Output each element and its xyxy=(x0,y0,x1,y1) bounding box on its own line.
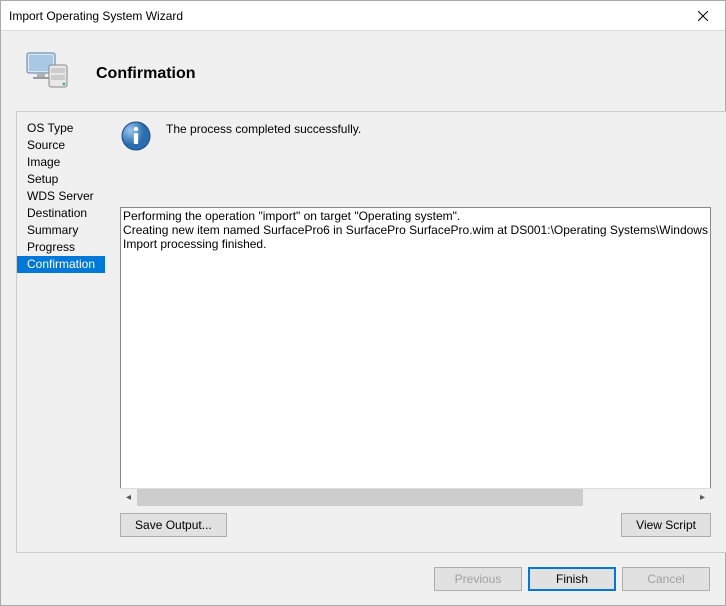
content-panel: The process completed successfully. Perf… xyxy=(105,111,726,553)
sidebar-step-1[interactable]: Source xyxy=(17,137,105,154)
sidebar-step-0[interactable]: OS Type xyxy=(17,120,105,137)
close-icon xyxy=(698,11,708,21)
footer: Previous Finish Cancel xyxy=(1,553,725,605)
scroll-track[interactable] xyxy=(137,489,694,506)
sidebar-step-7[interactable]: Progress xyxy=(17,239,105,256)
log-line: Creating new item named SurfacePro6 in S… xyxy=(123,223,708,237)
sidebar-step-5[interactable]: Destination xyxy=(17,205,105,222)
info-icon xyxy=(120,120,152,152)
wizard-icon xyxy=(21,51,71,96)
close-button[interactable] xyxy=(680,1,725,30)
save-output-button[interactable]: Save Output... xyxy=(120,513,227,537)
log-output[interactable]: Performing the operation "import" on tar… xyxy=(120,207,711,505)
window-title: Import Operating System Wizard xyxy=(9,9,183,23)
titlebar: Import Operating System Wizard xyxy=(1,1,725,31)
main-area: OS TypeSourceImageSetupWDS ServerDestina… xyxy=(1,111,725,553)
previous-button: Previous xyxy=(434,567,522,591)
scroll-left-arrow[interactable]: ◂ xyxy=(120,489,137,506)
scroll-right-arrow[interactable]: ▸ xyxy=(694,489,711,506)
wizard-window: Import Operating System Wizard Confirmat… xyxy=(0,0,726,606)
status-row: The process completed successfully. xyxy=(120,120,711,152)
cancel-button: Cancel xyxy=(622,567,710,591)
sidebar-step-4[interactable]: WDS Server xyxy=(17,188,105,205)
step-sidebar: OS TypeSourceImageSetupWDS ServerDestina… xyxy=(16,111,105,553)
log-line: Performing the operation "import" on tar… xyxy=(123,209,708,223)
status-message: The process completed successfully. xyxy=(166,120,361,136)
scroll-thumb[interactable] xyxy=(137,489,583,506)
finish-button[interactable]: Finish xyxy=(528,567,616,591)
action-row: Save Output... View Script xyxy=(120,513,711,537)
view-script-button[interactable]: View Script xyxy=(621,513,711,537)
sidebar-step-3[interactable]: Setup xyxy=(17,171,105,188)
sidebar-step-2[interactable]: Image xyxy=(17,154,105,171)
header: Confirmation xyxy=(1,31,725,111)
page-title: Confirmation xyxy=(96,65,196,83)
log-line: Import processing finished. xyxy=(123,237,708,251)
sidebar-step-8[interactable]: Confirmation xyxy=(17,256,105,273)
sidebar-step-6[interactable]: Summary xyxy=(17,222,105,239)
horizontal-scrollbar[interactable]: ◂ ▸ xyxy=(120,488,711,505)
